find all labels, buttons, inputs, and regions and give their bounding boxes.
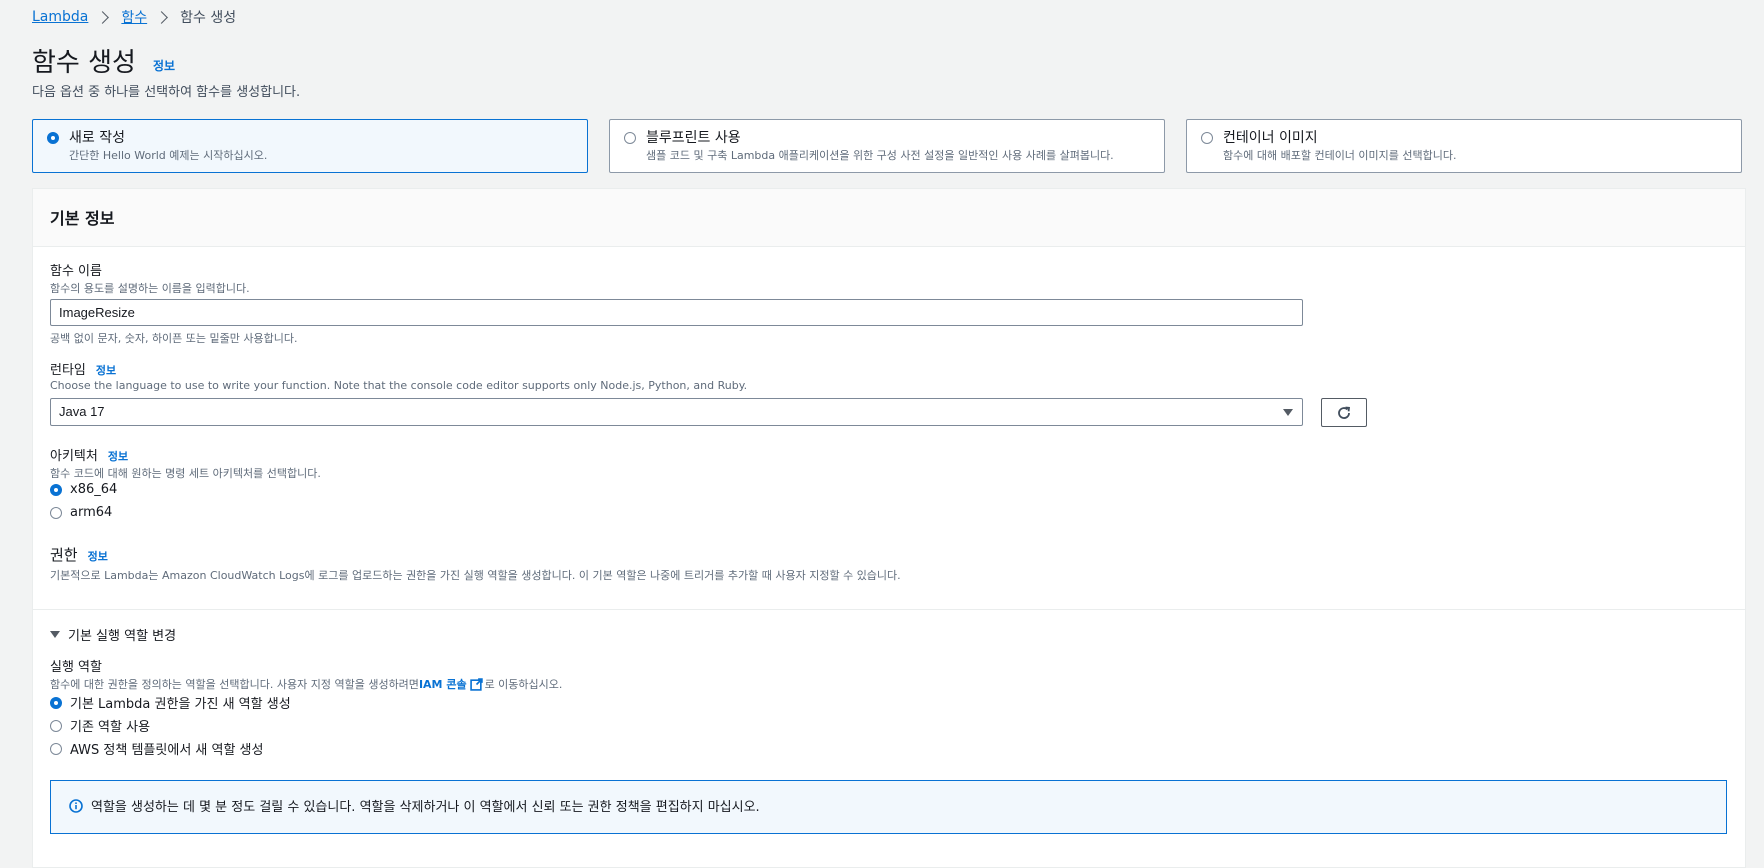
expander-label: 기본 실행 역할 변경 — [68, 629, 177, 644]
function-name-label: 함수 이름 — [50, 264, 102, 279]
section-divider — [33, 609, 1745, 610]
function-name-constraint: 공백 없이 문자, 숫자, 하이픈 또는 밑줄만 사용합니다. — [50, 332, 298, 345]
runtime-description: Choose the language to use to write your… — [50, 379, 748, 392]
runtime-label: 런타임 — [50, 363, 86, 378]
caret-down-icon — [1283, 409, 1293, 416]
option-container-image[interactable]: 컨테이너 이미지 함수에 대해 배포할 컨테이너 이미지를 선택합니다. — [1186, 119, 1742, 173]
role-option-use-existing[interactable]: 기존 역할 사용 — [50, 716, 150, 735]
option-use-blueprint[interactable]: 블루프린트 사용 샘플 코드 및 구축 Lambda 애플리케이션을 위한 구성… — [609, 119, 1165, 173]
panel-header: 기본 정보 — [33, 189, 1745, 247]
radio-unselected-icon[interactable] — [50, 506, 62, 519]
architecture-label-row: 아키텍처 정보 — [50, 445, 128, 464]
architecture-option-arm64[interactable]: arm64 — [50, 505, 112, 520]
option-title: 컨테이너 이미지 — [1223, 130, 1318, 146]
role-creation-info-alert: 역할을 생성하는 데 몇 분 정도 걸릴 수 있습니다. 역할을 삭제하거나 이… — [50, 780, 1727, 834]
role-option-label: AWS 정책 템플릿에서 새 역할 생성 — [70, 743, 264, 758]
alert-text: 역할을 생성하는 데 몇 분 정도 걸릴 수 있습니다. 역할을 삭제하거나 이… — [91, 800, 760, 815]
radio-selected-icon[interactable] — [50, 483, 62, 496]
execution-role-description-text: 함수에 대한 권한을 정의하는 역할을 선택합니다. 사용자 지정 역할을 생성… — [50, 678, 419, 691]
runtime-label-row: 런타임 정보 — [50, 359, 116, 378]
architecture-info-link[interactable]: 정보 — [108, 450, 128, 463]
page-info-link[interactable]: 정보 — [153, 57, 175, 74]
runtime-info-link[interactable]: 정보 — [96, 364, 116, 377]
chevron-right-icon — [96, 10, 110, 24]
execution-role-description-suffix: 로 이동하십시오. — [484, 678, 563, 691]
radio-unselected-icon[interactable] — [624, 132, 636, 144]
radio-unselected-icon[interactable] — [50, 742, 62, 755]
architecture-option-label: arm64 — [70, 505, 113, 520]
option-description: 간단한 Hello World 예제는 시작하십시오. — [69, 149, 268, 162]
architecture-label: 아키텍처 — [50, 449, 98, 464]
breadcrumb-lambda-link[interactable]: Lambda — [32, 9, 88, 25]
page-subtitle: 다음 옵션 중 하나를 선택하여 함수를 생성합니다. — [32, 85, 301, 100]
runtime-select[interactable]: Java 17 — [50, 398, 1303, 426]
iam-console-link[interactable]: IAM 콘솔 — [419, 676, 467, 692]
page-title: 함수 생성 — [32, 48, 136, 78]
radio-unselected-icon[interactable] — [1201, 132, 1213, 144]
refresh-runtime-button[interactable] — [1321, 398, 1367, 427]
radio-selected-icon[interactable] — [47, 132, 59, 144]
role-option-policy-template[interactable]: AWS 정책 템플릿에서 새 역할 생성 — [50, 739, 263, 758]
option-description: 함수에 대해 배포할 컨테이너 이미지를 선택합니다. — [1223, 149, 1457, 162]
breadcrumb-current: 함수 생성 — [180, 10, 237, 26]
role-option-label: 기본 Lambda 권한을 가진 새 역할 생성 — [70, 697, 291, 712]
info-icon — [69, 799, 83, 813]
option-title: 블루프린트 사용 — [646, 130, 741, 146]
permissions-info-link[interactable]: 정보 — [88, 550, 108, 563]
external-link-icon[interactable] — [469, 677, 483, 691]
option-description: 샘플 코드 및 구축 Lambda 애플리케이션을 위한 구성 사전 설정을 일… — [646, 149, 1114, 162]
option-author-from-scratch[interactable]: 새로 작성 간단한 Hello World 예제는 시작하십시오. — [32, 119, 588, 173]
execution-role-description: 함수에 대한 권한을 정의하는 역할을 선택합니다. 사용자 지정 역할을 생성… — [50, 676, 562, 692]
architecture-option-label: x86_64 — [70, 482, 118, 497]
basic-info-panel: 기본 정보 함수 이름 함수의 용도를 설명하는 이름을 입력합니다. 공백 없… — [32, 188, 1746, 868]
panel-title: 기본 정보 — [50, 209, 115, 228]
option-title: 새로 작성 — [69, 130, 125, 146]
role-option-label: 기존 역할 사용 — [70, 720, 151, 735]
change-default-execution-role-expander[interactable]: 기본 실행 역할 변경 — [50, 625, 176, 644]
role-option-create-new[interactable]: 기본 Lambda 권한을 가진 새 역할 생성 — [50, 693, 291, 712]
runtime-selected-value: Java 17 — [59, 404, 105, 419]
function-name-input[interactable] — [50, 299, 1303, 326]
permissions-title: 권한 — [50, 546, 78, 564]
radio-selected-icon[interactable] — [50, 696, 62, 709]
breadcrumb: Lambda 함수 함수 생성 — [32, 6, 236, 28]
permissions-title-row: 권한 정보 — [50, 544, 108, 565]
caret-down-icon — [50, 631, 60, 638]
radio-unselected-icon[interactable] — [50, 719, 62, 732]
execution-role-label: 실행 역할 — [50, 660, 102, 675]
function-name-description: 함수의 용도를 설명하는 이름을 입력합니다. — [50, 282, 250, 295]
breadcrumb-functions-link[interactable]: 함수 — [121, 7, 147, 27]
architecture-option-x86-64[interactable]: x86_64 — [50, 482, 117, 497]
refresh-icon — [1338, 406, 1350, 419]
chevron-right-icon — [155, 10, 169, 24]
permissions-description: 기본적으로 Lambda는 Amazon CloudWatch Logs에 로그… — [50, 569, 901, 582]
architecture-description: 함수 코드에 대해 원하는 명령 세트 아키텍처를 선택합니다. — [50, 467, 321, 480]
